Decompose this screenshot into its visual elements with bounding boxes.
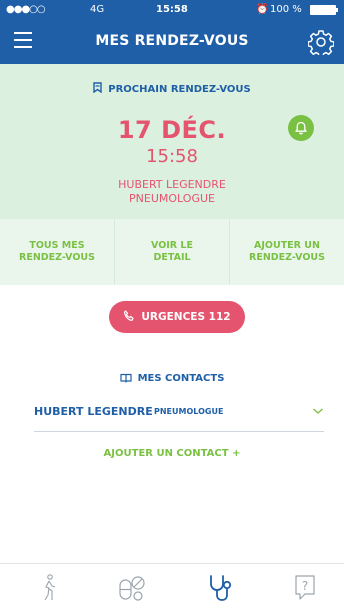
reminder-button[interactable]	[288, 115, 314, 141]
action-label-line1: AJOUTER UN	[254, 240, 320, 251]
battery-icon	[310, 5, 336, 15]
network-type: 4G	[90, 4, 105, 15]
add-contact-button[interactable]: AJOUTER UN CONTACT +	[0, 448, 344, 459]
battery-level: 100 %	[270, 4, 302, 15]
stethoscope-icon[interactable]	[205, 572, 235, 602]
gear-icon[interactable]	[308, 29, 334, 55]
view-detail-button[interactable]: VOIR LE DETAIL	[115, 219, 230, 285]
signal-indicator: ●●●○○	[6, 4, 46, 15]
phone-icon	[124, 310, 134, 321]
next-appointment-card[interactable]: PROCHAIN RENDEZ-VOUS 17 DÉC. 15:58 HUBER…	[0, 64, 344, 219]
appointment-time: 15:58	[146, 146, 198, 167]
chevron-down-icon[interactable]	[312, 406, 324, 416]
nav-bar: MES RENDEZ-VOUS	[0, 20, 344, 64]
doctor-name: HUBERT LEGENDRE	[118, 178, 226, 191]
bell-icon	[295, 121, 307, 135]
action-label-line2: RENDEZ-VOUS	[249, 252, 325, 263]
status-time: 15:58	[156, 4, 188, 15]
next-appointment-heading-label: PROCHAIN RENDEZ-VOUS	[108, 84, 251, 95]
emergency-call-button[interactable]: URGENCES 112	[109, 301, 245, 333]
contacts-heading-label: MES CONTACTS	[137, 373, 225, 384]
appointment-actions: TOUS MES RENDEZ-VOUS VOIR LE DETAIL AJOU…	[0, 219, 344, 285]
action-label-line2: RENDEZ-VOUS	[19, 252, 95, 263]
help-icon[interactable]: ?	[290, 572, 320, 602]
contact-name: HUBERT LEGENDRE	[34, 405, 153, 418]
bookmark-icon	[93, 82, 102, 93]
appointment-doctor: HUBERT LEGENDRE PNEUMOLOGUE	[0, 178, 344, 206]
action-label-line1: VOIR LE	[151, 240, 193, 251]
status-bar: ●●●○○ 4G 15:58 ⏰ 100 %	[0, 0, 344, 20]
page-title: MES RENDEZ-VOUS	[95, 33, 249, 49]
book-icon	[119, 373, 132, 383]
svg-text:?: ?	[302, 579, 308, 593]
doctor-specialty: PNEUMOLOGUE	[129, 192, 215, 205]
add-appointment-button[interactable]: AJOUTER UN RENDEZ-VOUS	[230, 219, 344, 285]
emergency-call-label: URGENCES 112	[141, 311, 231, 323]
tab-bar: ?	[0, 563, 344, 609]
action-label-line2: DETAIL	[153, 252, 191, 263]
battery-tip	[336, 8, 338, 12]
action-label-line1: TOUS MES	[29, 240, 85, 251]
person-icon[interactable]	[34, 572, 64, 602]
contact-row[interactable]: HUBERT LEGENDRE PNEUMOLOGUE	[34, 398, 324, 432]
all-appointments-button[interactable]: TOUS MES RENDEZ-VOUS	[0, 219, 115, 285]
alarm-icon: ⏰	[256, 4, 269, 15]
pills-icon[interactable]	[117, 572, 147, 602]
contacts-heading: MES CONTACTS	[0, 373, 344, 384]
contact-specialty: PNEUMOLOGUE	[154, 407, 224, 416]
next-appointment-heading: PROCHAIN RENDEZ-VOUS	[0, 82, 344, 95]
